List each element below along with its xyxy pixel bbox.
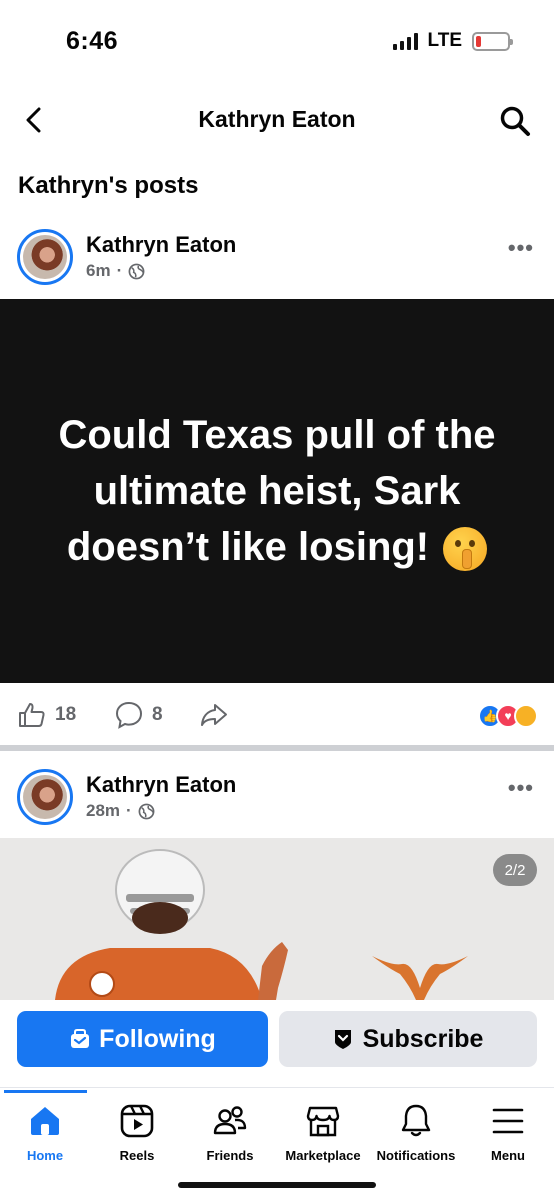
post-divider: [0, 745, 554, 751]
following-button[interactable]: Following: [17, 1011, 268, 1067]
post-meta: 28m ·: [86, 801, 155, 821]
reels-icon: [120, 1104, 154, 1138]
post-header: Kathryn Eaton 6m · •••: [0, 229, 554, 299]
post-text-container: Could Texas pull of the ultimate heist, …: [42, 407, 512, 575]
comment-count: 8: [152, 704, 163, 725]
globe-icon: [138, 803, 155, 819]
following-icon: [71, 1029, 90, 1048]
reaction-icons[interactable]: 👍 ♥: [478, 704, 538, 728]
tab-label: Menu: [491, 1148, 525, 1163]
home-indicator[interactable]: [178, 1182, 376, 1188]
tab-label: Home: [26, 1148, 64, 1163]
post-header: Kathryn Eaton 28m · •••: [0, 769, 554, 839]
comment-icon: [115, 701, 143, 729]
section-title: Kathryn's posts: [18, 172, 199, 199]
more-options-icon[interactable]: •••: [508, 775, 534, 801]
tab-menu[interactable]: Menu: [458, 1102, 554, 1163]
comment-button[interactable]: 8: [114, 700, 163, 730]
search-icon[interactable]: [498, 104, 532, 138]
post-time[interactable]: 28m: [86, 801, 120, 821]
tab-bar: Home Reels Friends Marketplace Notificat…: [0, 1088, 554, 1200]
tab-label: Friends: [206, 1148, 254, 1163]
tab-label: Notifications: [376, 1148, 456, 1163]
tab-label: Marketplace: [285, 1148, 361, 1163]
like-icon: [19, 703, 45, 727]
tab-friends[interactable]: Friends: [180, 1102, 280, 1163]
menu-icon: [492, 1108, 524, 1134]
wow-reaction-icon: [514, 704, 538, 728]
post-author[interactable]: Kathryn Eaton: [86, 772, 236, 798]
globe-icon: [128, 263, 145, 279]
status-time: 6:46: [66, 27, 119, 55]
tab-notifications[interactable]: Notifications: [366, 1102, 466, 1163]
network-label: LTE: [427, 30, 462, 51]
bell-icon: [401, 1104, 431, 1137]
tab-marketplace[interactable]: Marketplace: [273, 1102, 373, 1163]
status-indicators: LTE: [392, 30, 513, 52]
battery-icon: [472, 31, 513, 51]
friends-icon: [213, 1106, 247, 1135]
shushing-face-emoji: [443, 527, 488, 572]
share-button[interactable]: [199, 700, 229, 730]
page-title: Kathryn Eaton: [198, 106, 356, 132]
home-icon: [31, 1107, 59, 1135]
like-count: 18: [55, 704, 77, 725]
avatar[interactable]: [17, 769, 73, 825]
post-author[interactable]: Kathryn Eaton: [86, 232, 236, 258]
post-meta: 6m ·: [86, 261, 145, 281]
following-label: Following: [99, 1024, 216, 1053]
tab-label: Reels: [119, 1148, 155, 1163]
post-photo[interactable]: 2/2: [0, 838, 554, 1000]
post-time[interactable]: 6m: [86, 261, 111, 281]
marketplace-icon: [306, 1106, 340, 1137]
subscribe-icon: [334, 1030, 351, 1049]
photo-counter: 2/2: [493, 854, 537, 886]
tab-reels[interactable]: Reels: [87, 1102, 187, 1163]
like-button[interactable]: 18: [17, 700, 76, 730]
avatar[interactable]: [17, 229, 73, 285]
header: Kathryn Eaton: [0, 90, 554, 150]
active-tab-indicator: [4, 1090, 87, 1093]
status-bar: 6:46 LTE: [0, 0, 554, 84]
share-icon: [201, 704, 227, 726]
post-text: Could Texas pull of the ultimate heist, …: [58, 413, 496, 569]
more-options-icon[interactable]: •••: [508, 235, 534, 261]
tab-home[interactable]: Home: [0, 1102, 95, 1163]
follow-bar: Following Subscribe: [0, 1000, 554, 1088]
post-actions: 18 8 👍 ♥: [0, 690, 554, 740]
signal-icon: [392, 32, 418, 50]
text-post-background[interactable]: Could Texas pull of the ultimate heist, …: [0, 299, 554, 683]
football-player-image: [55, 849, 468, 1000]
subscribe-label: Subscribe: [362, 1024, 484, 1053]
subscribe-button[interactable]: Subscribe: [279, 1011, 537, 1067]
